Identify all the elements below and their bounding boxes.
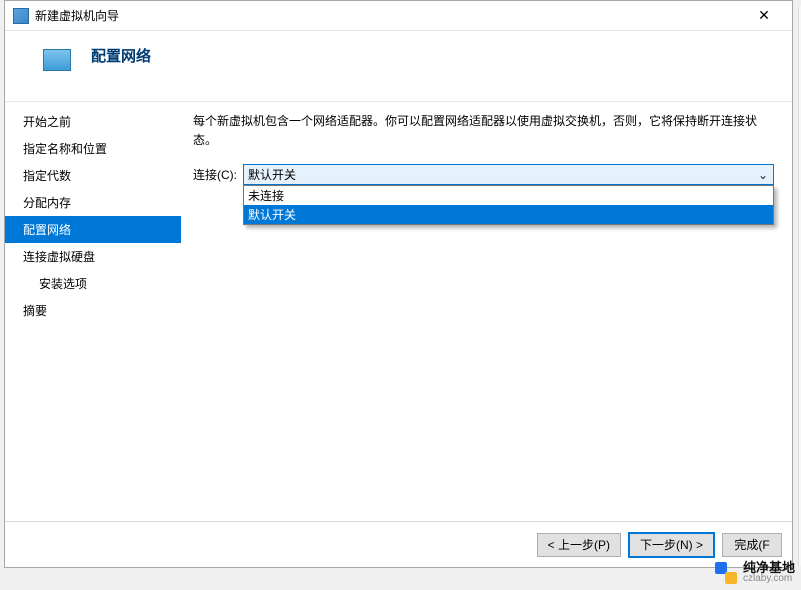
chevron-down-icon: ⌄ xyxy=(755,168,771,182)
finish-button[interactable]: 完成(F xyxy=(722,533,782,557)
window-title: 新建虚拟机向导 xyxy=(35,7,744,24)
sidebar-step-5[interactable]: 连接虚拟硬盘 xyxy=(5,243,181,270)
sidebar-step-3[interactable]: 分配内存 xyxy=(5,189,181,216)
close-icon: ✕ xyxy=(758,7,770,24)
watermark-text: 纯净基地 czlaby.com xyxy=(743,561,795,584)
main-panel: 每个新虚拟机包含一个网络适配器。你可以配置网络适配器以使用虚拟交换机，否则，它将… xyxy=(181,102,792,521)
close-button[interactable]: ✕ xyxy=(744,2,784,30)
watermark-url: czlaby.com xyxy=(743,574,795,584)
sidebar-step-6[interactable]: 安装选项 xyxy=(5,270,181,297)
monitor-icon xyxy=(43,49,71,71)
next-button[interactable]: 下一步(N) > xyxy=(629,533,714,557)
step-sidebar: 开始之前指定名称和位置指定代数分配内存配置网络连接虚拟硬盘安装选项摘要 xyxy=(5,102,181,521)
page-title: 配置网络 xyxy=(91,45,151,66)
dropdown-option-1[interactable]: 默认开关 xyxy=(244,205,773,224)
watermark: 纯净基地 czlaby.com xyxy=(715,561,795,584)
sidebar-step-0[interactable]: 开始之前 xyxy=(5,108,181,135)
connection-dropdown: 未连接默认开关 xyxy=(243,185,774,225)
sidebar-step-4[interactable]: 配置网络 xyxy=(5,216,181,243)
connection-combobox[interactable]: 默认开关 ⌄ xyxy=(243,164,774,185)
connection-label: 连接(C): xyxy=(193,166,237,183)
connection-combo: 默认开关 ⌄ 未连接默认开关 xyxy=(243,164,774,185)
description-text: 每个新虚拟机包含一个网络适配器。你可以配置网络适配器以使用虚拟交换机，否则，它将… xyxy=(193,112,774,150)
sidebar-step-1[interactable]: 指定名称和位置 xyxy=(5,135,181,162)
watermark-logo-icon xyxy=(715,562,737,584)
wizard-window: 新建虚拟机向导 ✕ 配置网络 开始之前指定名称和位置指定代数分配内存配置网络连接… xyxy=(4,0,793,568)
app-icon xyxy=(13,8,29,24)
connection-row: 连接(C): 默认开关 ⌄ 未连接默认开关 xyxy=(193,164,774,185)
wizard-body: 开始之前指定名称和位置指定代数分配内存配置网络连接虚拟硬盘安装选项摘要 每个新虚… xyxy=(5,101,792,521)
titlebar: 新建虚拟机向导 ✕ xyxy=(5,1,792,31)
combobox-value: 默认开关 xyxy=(248,166,296,183)
prev-button[interactable]: < 上一步(P) xyxy=(537,533,621,557)
sidebar-step-7[interactable]: 摘要 xyxy=(5,297,181,324)
dropdown-option-0[interactable]: 未连接 xyxy=(244,186,773,205)
wizard-footer: < 上一步(P) 下一步(N) > 完成(F xyxy=(5,521,792,567)
sidebar-step-2[interactable]: 指定代数 xyxy=(5,162,181,189)
wizard-header: 配置网络 xyxy=(5,31,792,101)
